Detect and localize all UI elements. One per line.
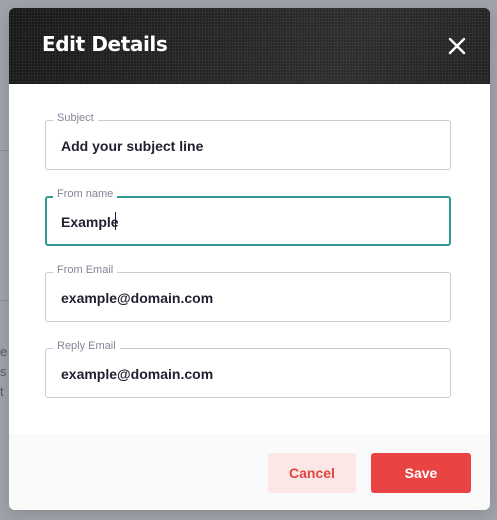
reply-email-field: Reply Email: [45, 339, 451, 398]
text-caret: [115, 212, 116, 230]
close-button[interactable]: [441, 30, 473, 62]
subject-label: Subject: [53, 111, 98, 125]
from-name-field: From name: [45, 187, 451, 246]
subject-input[interactable]: [61, 136, 431, 156]
from-email-label: From Email: [53, 263, 118, 277]
save-button[interactable]: Save: [371, 453, 471, 493]
subject-field: Subject: [45, 111, 451, 170]
reply-email-input[interactable]: [61, 364, 431, 384]
modal-footer: Cancel Save: [9, 434, 490, 510]
from-email-field: From Email: [45, 263, 451, 322]
modal-body: Subject From name From Email Reply Email: [9, 84, 490, 434]
from-name-input[interactable]: [61, 212, 431, 232]
cancel-button[interactable]: Cancel: [268, 453, 356, 493]
close-icon: [448, 37, 466, 55]
reply-email-label: Reply Email: [53, 339, 120, 353]
modal-header: Edit Details: [9, 8, 490, 84]
modal-title: Edit Details: [42, 32, 168, 56]
edit-details-modal: Edit Details Subject From name From Emai…: [9, 8, 490, 510]
from-name-label: From name: [53, 187, 118, 201]
from-email-input[interactable]: [61, 288, 431, 308]
